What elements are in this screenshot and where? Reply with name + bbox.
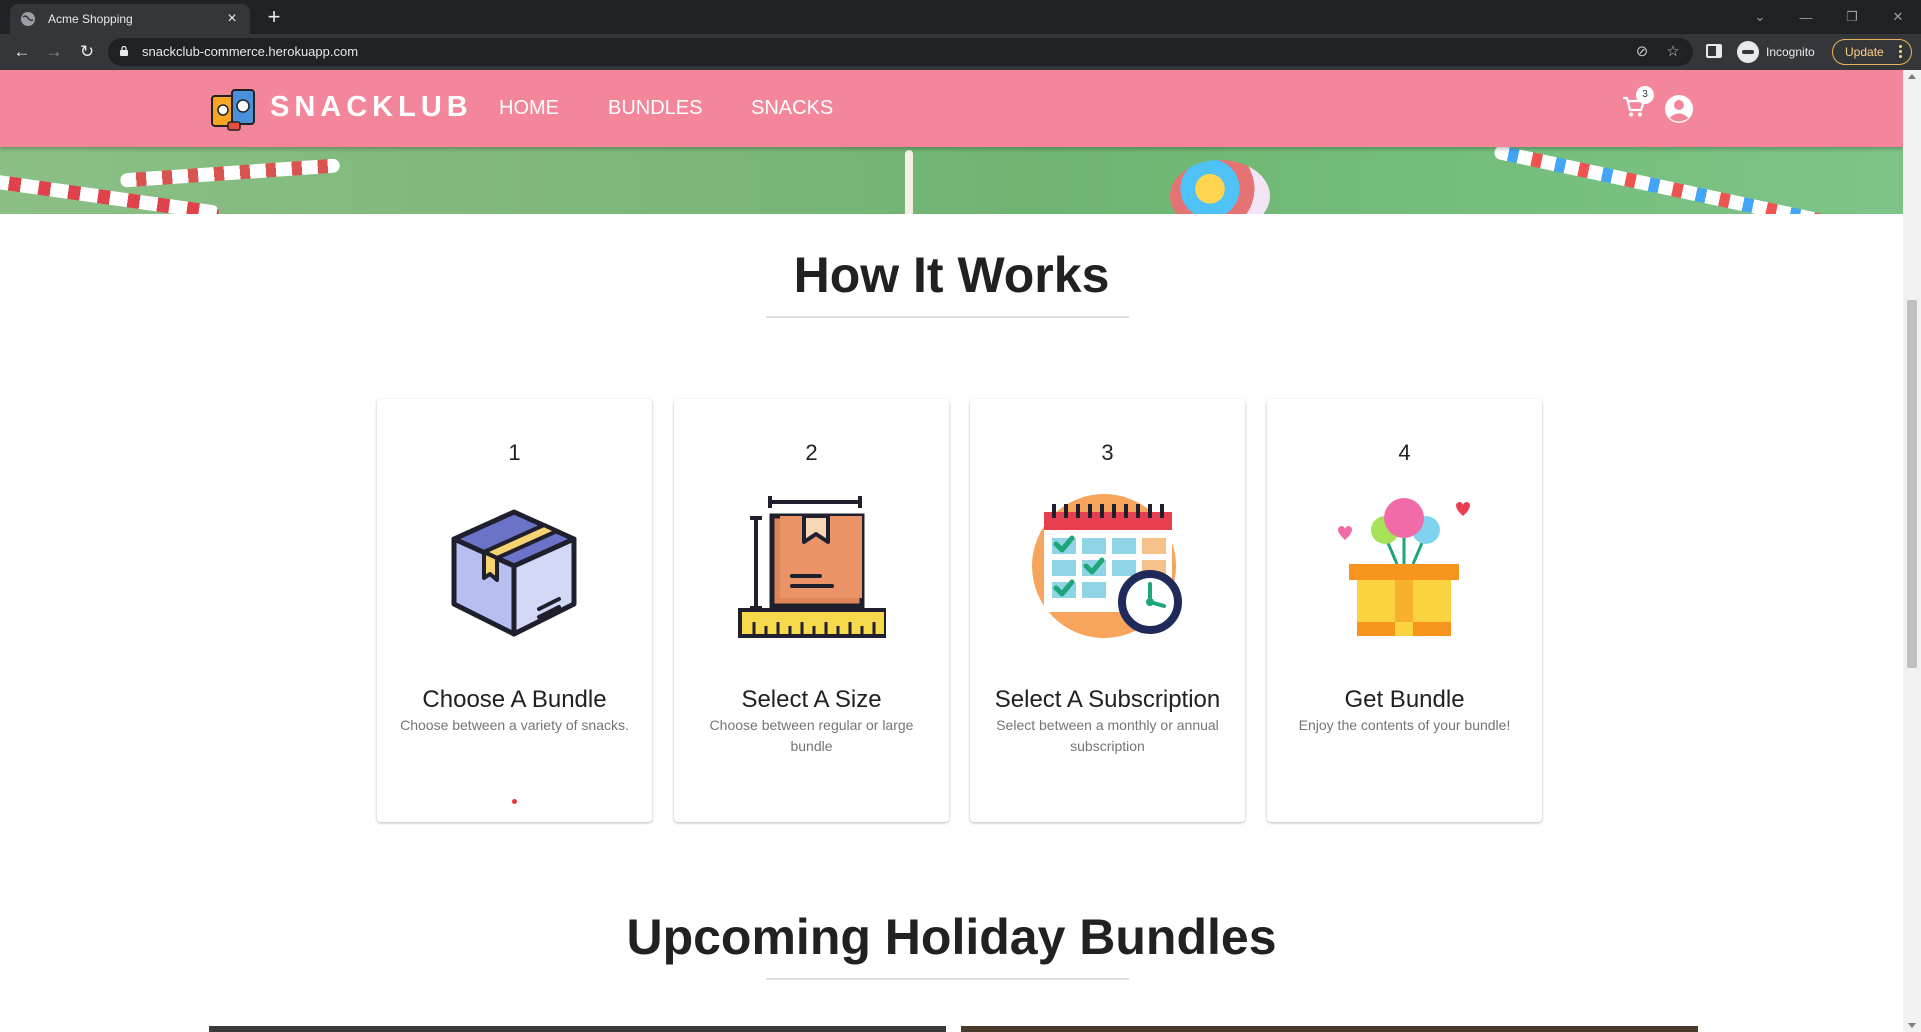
step-card[interactable]: 3 Select A Subscription Select between a…	[970, 399, 1245, 822]
tab-search-icon[interactable]: ⌄	[1737, 9, 1783, 25]
upcoming-bundles-title: Upcoming Holiday Bundles	[626, 909, 1277, 965]
browser-tab-bar: Acme Shopping × + ⌄ — ❐ ✕	[0, 0, 1921, 34]
nav-link-snacks[interactable]: SNACKS	[751, 97, 833, 120]
forward-button[interactable]: →	[43, 41, 65, 63]
close-tab-icon[interactable]: ×	[224, 11, 240, 27]
scroll-up-arrow-icon[interactable]	[1908, 74, 1916, 79]
incognito-label: Incognito	[1766, 45, 1815, 59]
account-circle-icon[interactable]	[1664, 94, 1694, 124]
browser-toolbar: ← → ↻ snackclub-commerce.herokuapp.com ⊘…	[0, 34, 1921, 70]
window-controls: ⌄ — ❐ ✕	[1737, 0, 1921, 34]
page-content: SNACKLUB HOME BUNDLES SNACKS 3 How It Wo…	[0, 70, 1903, 1032]
scroll-down-arrow-icon[interactable]	[1908, 1023, 1916, 1028]
update-label: Update	[1845, 45, 1884, 59]
box-icon	[451, 509, 577, 637]
title-divider	[766, 978, 1129, 980]
address-bar[interactable]: snackclub-commerce.herokuapp.com ⊘ ☆	[108, 38, 1693, 66]
step-number: 4	[1398, 440, 1411, 465]
step-title: Select A Subscription	[994, 686, 1221, 713]
update-button[interactable]: Update	[1832, 39, 1912, 65]
scroll-thumb[interactable]	[1907, 300, 1917, 668]
cart-count-badge: 3	[1636, 86, 1654, 104]
step-number: 2	[805, 440, 818, 465]
side-panel-icon[interactable]	[1706, 44, 1722, 58]
step-description: Choose between a variety of snacks.	[400, 717, 629, 733]
back-button[interactable]: ←	[11, 41, 33, 63]
how-it-works-title: How It Works	[793, 247, 1110, 303]
url-text: snackclub-commerce.herokuapp.com	[142, 44, 359, 59]
step-card[interactable]: 1 Choose A Bundle Choose between a varie…	[377, 399, 652, 822]
page-scrollbar[interactable]	[1903, 70, 1921, 1032]
step-title: Choose A Bundle	[422, 686, 607, 713]
lock-icon	[120, 46, 128, 56]
step-description: Choose between regular or large bundle	[709, 717, 914, 754]
candy-cane-decoration	[119, 158, 341, 188]
candy-decoration	[1170, 160, 1270, 214]
step-description: Select between a monthly or annual subsc…	[996, 717, 1219, 754]
bundle-image-card[interactable]	[209, 1026, 946, 1032]
brand-name[interactable]: SNACKLUB	[270, 91, 473, 124]
more-menu-icon	[1899, 45, 1902, 59]
new-tab-button[interactable]: +	[262, 6, 286, 28]
gift-balloons-icon	[1338, 498, 1470, 636]
browser-tab[interactable]: Acme Shopping ×	[10, 4, 250, 34]
nav-link-bundles[interactable]: BUNDLES	[608, 97, 702, 120]
bundle-image-card[interactable]	[961, 1026, 1698, 1032]
step-description: Enjoy the contents of your bundle!	[1298, 717, 1511, 733]
step-title: Select A Size	[741, 686, 882, 713]
step-title: Get Bundle	[1344, 686, 1465, 713]
close-window-button[interactable]: ✕	[1875, 9, 1921, 25]
restore-button[interactable]: ❐	[1829, 9, 1875, 25]
site-navbar: SNACKLUB HOME BUNDLES SNACKS 3	[0, 70, 1903, 147]
measure-box-icon	[738, 496, 886, 638]
bookmark-star-icon[interactable]: ☆	[1664, 43, 1682, 61]
snack-logo-icon[interactable]	[210, 86, 258, 132]
step-card[interactable]: 2 Select A Size Choose between regular o…	[674, 399, 949, 822]
incognito-icon	[1737, 41, 1759, 63]
reload-button[interactable]: ↻	[76, 41, 98, 63]
tab-title: Acme Shopping	[48, 12, 133, 26]
step-number: 3	[1101, 440, 1114, 465]
step-card[interactable]: 4 Get Bundle Enjoy the contents of your …	[1267, 399, 1542, 822]
ripple-dot	[512, 799, 517, 804]
title-divider	[766, 316, 1129, 318]
candy-cane-decoration	[1493, 144, 1903, 214]
globe-icon	[21, 12, 35, 26]
nav-link-home[interactable]: HOME	[499, 97, 559, 120]
step-number: 1	[508, 440, 521, 465]
minimize-button[interactable]: —	[1783, 10, 1829, 25]
calendar-clock-icon	[1032, 494, 1182, 638]
lollipop-stick	[905, 150, 913, 214]
eye-off-icon[interactable]: ⊘	[1633, 43, 1651, 61]
incognito-indicator[interactable]: Incognito	[1737, 41, 1815, 63]
